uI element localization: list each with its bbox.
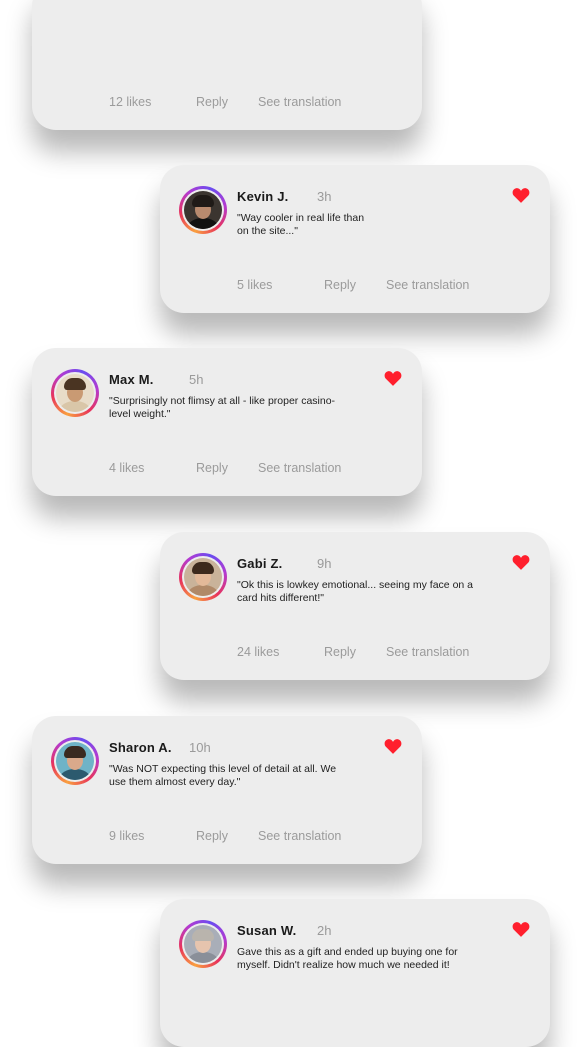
heart-icon[interactable] bbox=[512, 554, 530, 570]
avatar[interactable] bbox=[51, 737, 99, 785]
comment-card-3: Gabi Z. 9h "Ok this is lowkey emotional.… bbox=[160, 532, 550, 680]
commenter-name[interactable]: Gabi Z. bbox=[237, 556, 282, 571]
heart-icon[interactable] bbox=[512, 921, 530, 937]
avatar[interactable] bbox=[179, 920, 227, 968]
commenter-name[interactable]: Max M. bbox=[109, 372, 154, 387]
likes-count[interactable]: 9 likes bbox=[109, 829, 144, 843]
heart-icon[interactable] bbox=[512, 187, 530, 203]
comment-time: 2h bbox=[317, 923, 332, 938]
likes-count[interactable]: 4 likes bbox=[109, 461, 144, 475]
comment-time: 10h bbox=[189, 740, 211, 755]
see-translation-link[interactable]: See translation bbox=[258, 829, 341, 843]
commenter-name[interactable]: Susan W. bbox=[237, 923, 296, 938]
see-translation-link[interactable]: See translation bbox=[258, 461, 341, 475]
likes-count[interactable]: 12 likes bbox=[109, 95, 151, 109]
avatar[interactable] bbox=[179, 553, 227, 601]
comment-text: "Was NOT expecting this level of detail … bbox=[109, 763, 337, 788]
likes-count[interactable]: 5 likes bbox=[237, 278, 272, 292]
comment-card-2: Max M. 5h "Surprisingly not flimsy at al… bbox=[32, 348, 422, 496]
avatar[interactable] bbox=[179, 186, 227, 234]
see-translation-link[interactable]: See translation bbox=[258, 95, 341, 109]
reply-button[interactable]: Reply bbox=[196, 829, 228, 843]
comment-text: "Way cooler in real life than on the sit… bbox=[237, 212, 365, 237]
avatar[interactable] bbox=[51, 369, 99, 417]
commenter-name[interactable]: Kevin J. bbox=[237, 189, 288, 204]
reply-button[interactable]: Reply bbox=[196, 461, 228, 475]
commenter-name[interactable]: Sharon A. bbox=[109, 740, 172, 755]
likes-count[interactable]: 24 likes bbox=[237, 645, 279, 659]
comment-card-0: 12 likes Reply See translation bbox=[32, 0, 422, 130]
heart-icon[interactable] bbox=[384, 370, 402, 386]
comment-time: 9h bbox=[317, 556, 332, 571]
comment-card-1: Kevin J. 3h "Way cooler in real life tha… bbox=[160, 165, 550, 313]
comment-text: Gave this as a gift and ended up buying … bbox=[237, 946, 458, 971]
comment-time: 3h bbox=[317, 189, 332, 204]
reply-button[interactable]: Reply bbox=[324, 278, 356, 292]
comment-card-5: Susan W. 2h Gave this as a gift and ende… bbox=[160, 899, 550, 1047]
see-translation-link[interactable]: See translation bbox=[386, 278, 469, 292]
comment-card-4: Sharon A. 10h "Was NOT expecting this le… bbox=[32, 716, 422, 864]
comment-time: 5h bbox=[189, 372, 204, 387]
comment-text: "Surprisingly not flimsy at all - like p… bbox=[109, 395, 336, 420]
heart-icon[interactable] bbox=[384, 738, 402, 754]
reply-button[interactable]: Reply bbox=[324, 645, 356, 659]
reply-button[interactable]: Reply bbox=[196, 95, 228, 109]
comment-text: "Ok this is lowkey emotional... seeing m… bbox=[237, 579, 473, 604]
see-translation-link[interactable]: See translation bbox=[386, 645, 469, 659]
